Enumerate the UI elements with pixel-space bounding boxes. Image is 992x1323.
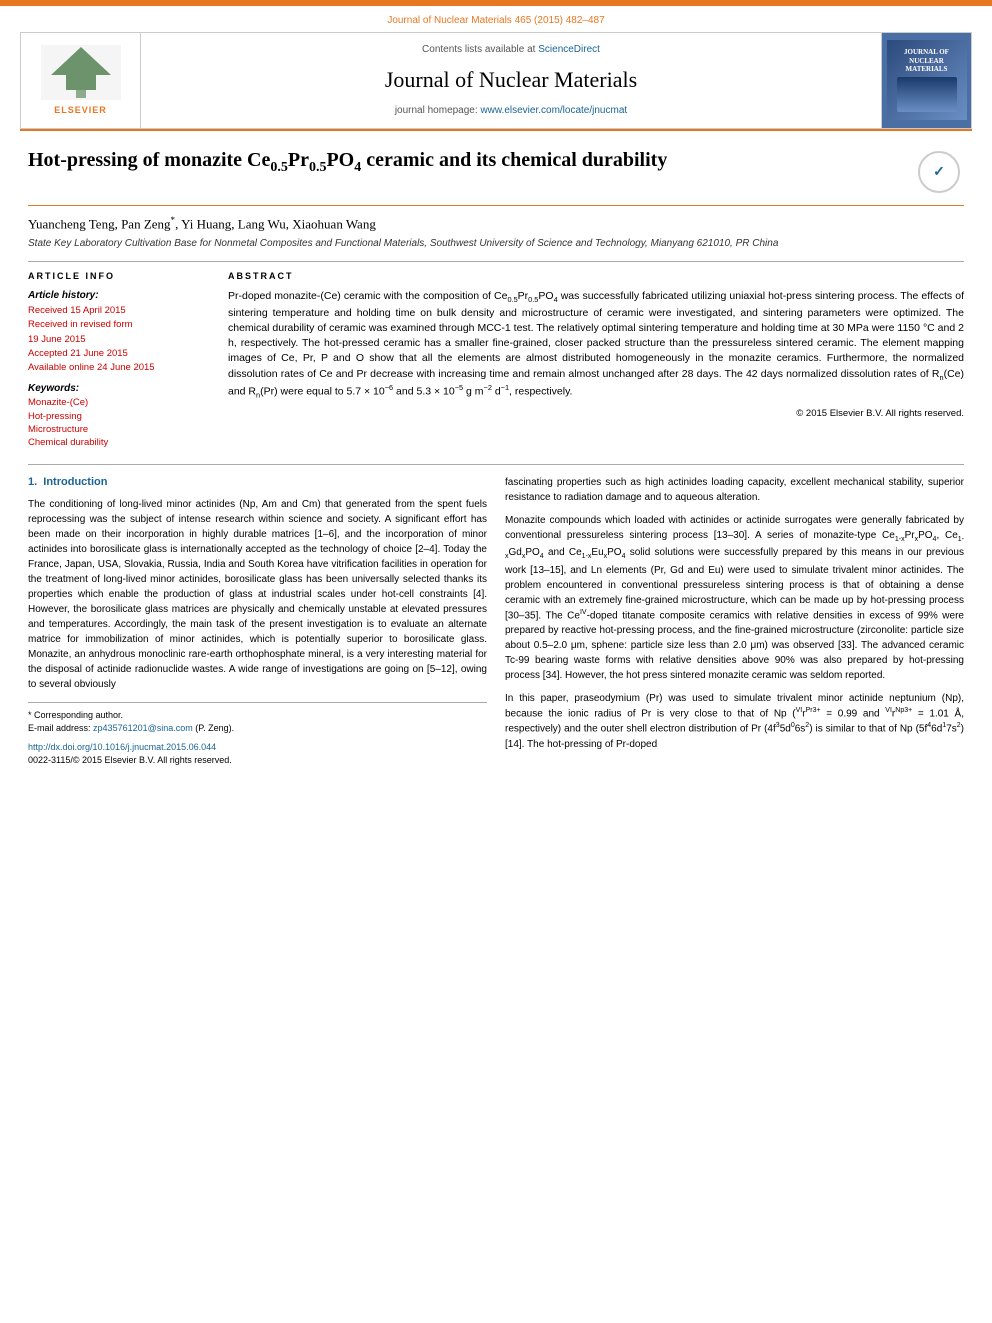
date-received: Received 15 April 2015 [28,304,208,317]
doi-link[interactable]: http://dx.doi.org/10.1016/j.jnucmat.2015… [28,742,216,752]
body-right-col: fascinating properties such as high acti… [505,475,964,767]
keyword-2: Hot-pressing [28,410,208,423]
elsevier-tree-icon [41,45,121,100]
abstract-text: Pr-doped monazite-(Ce) ceramic with the … [228,289,964,402]
article-info-abstract: ARTICLE INFO Article history: Received 1… [28,270,964,449]
history-label: Article history: [28,289,208,303]
copyright-line: © 2015 Elsevier B.V. All rights reserved… [228,407,964,420]
intro-text-right-3: In this paper, praseodymium (Pr) was use… [505,691,964,752]
email-note: E-mail address: zp435761201@sina.com (P.… [28,722,487,735]
date-revised: 19 June 2015 [28,333,208,346]
date-accepted: Accepted 21 June 2015 [28,347,208,360]
keywords-label: Keywords: [28,382,208,396]
journal-homepage: journal homepage: www.elsevier.com/locat… [395,104,627,118]
paper-title: Hot-pressing of monazite Ce0.5Pr0.5PO4 c… [28,147,914,177]
footnote-section: * Corresponding author. E-mail address: … [28,702,487,767]
journal-cover-inner: JOURNAL OFNUCLEARMATERIALS [887,40,967,120]
cover-title-text: JOURNAL OFNUCLEARMATERIALS [904,48,949,73]
cover-graphic [897,77,957,112]
corresponding-author-note: * Corresponding author. [28,709,487,722]
article-history-block: Article history: Received 15 April 2015 … [28,289,208,374]
paper-title-section: Hot-pressing of monazite Ce0.5Pr0.5PO4 c… [28,147,964,206]
article-info-column: ARTICLE INFO Article history: Received 1… [28,270,208,449]
doi-section: http://dx.doi.org/10.1016/j.jnucmat.2015… [28,741,487,754]
crossmark-circle: ✓ [918,151,960,193]
email-link[interactable]: zp435761201@sina.com [93,723,195,733]
section-divider-1 [28,261,964,262]
sciencedirect-available: Contents lists available at ScienceDirec… [422,43,600,57]
homepage-link[interactable]: www.elsevier.com/locate/jnucmat [480,105,627,116]
page: Journal of Nuclear Materials 465 (2015) … [0,0,992,1323]
date-online: Available online 24 June 2015 [28,361,208,374]
authors-line: Yuancheng Teng, Pan Zeng*, Yi Huang, Lan… [28,214,964,234]
header-content-box: ELSEVIER Contents lists available at Sci… [20,32,972,129]
abstract-header: ABSTRACT [228,270,964,283]
keyword-3: Microstructure [28,423,208,436]
intro-title: 1. Introduction [28,475,487,491]
journal-ref: Journal of Nuclear Materials 465 (2015) … [387,14,604,28]
intro-text-right-1: fascinating properties such as high acti… [505,475,964,505]
affiliation: State Key Laboratory Cultivation Base fo… [28,237,964,251]
body-two-col: 1. Introduction The conditioning of long… [28,475,964,767]
journal-header: Journal of Nuclear Materials 465 (2015) … [0,6,992,129]
intro-text-left: The conditioning of long-lived minor act… [28,497,487,692]
journal-cover-image: JOURNAL OFNUCLEARMATERIALS [881,33,971,128]
body-left-col: 1. Introduction The conditioning of long… [28,475,487,767]
body-section: 1. Introduction The conditioning of long… [28,464,964,767]
keyword-1: Monazite-(Ce) [28,396,208,409]
intro-text-right-2: Monazite compounds which loaded with act… [505,513,964,683]
crossmark-badge[interactable]: ✓ [914,147,964,197]
paper-content: Hot-pressing of monazite Ce0.5Pr0.5PO4 c… [0,131,992,783]
elsevier-brand-text: ELSEVIER [54,104,107,117]
keywords-section: Keywords: Monazite-(Ce) Hot-pressing Mic… [28,382,208,449]
elsevier-logo: ELSEVIER [21,33,141,128]
keyword-4: Chemical durability [28,436,208,449]
abstract-column: ABSTRACT Pr-doped monazite-(Ce) ceramic … [228,270,964,449]
sciencedirect-link[interactable]: ScienceDirect [538,44,600,55]
crossmark-icon: ✓ [933,162,945,182]
issn-line: 0022-3115/© 2015 Elsevier B.V. All right… [28,754,487,767]
date-revised-label: Received in revised form [28,318,208,331]
journal-main-title: Journal of Nuclear Materials [385,65,637,96]
article-info-header: ARTICLE INFO [28,270,208,283]
journal-center: Contents lists available at ScienceDirec… [141,33,881,128]
